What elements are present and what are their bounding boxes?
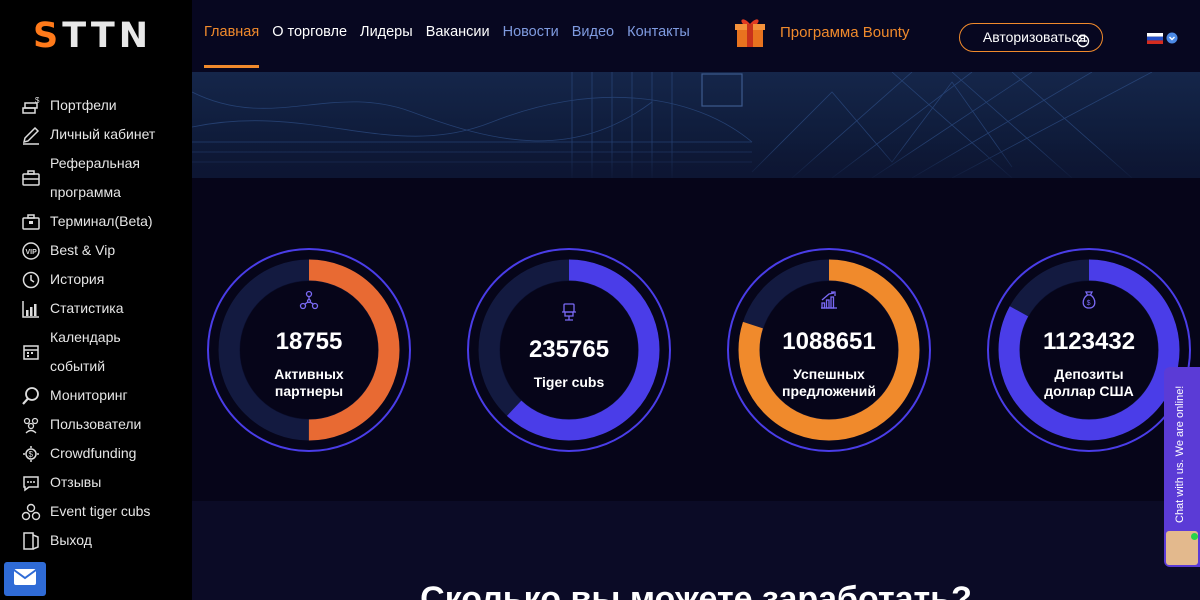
chevron-down-icon — [1166, 31, 1178, 49]
stat-active-partners: 18755 Активных партнеры — [205, 246, 413, 454]
statistics-chart-icon — [20, 298, 42, 320]
nav-leaders[interactable]: Лидеры — [360, 24, 413, 40]
chat-widget[interactable]: Chat with us. We are online! — [1164, 367, 1200, 567]
mail-button[interactable] — [4, 562, 46, 596]
svg-text:$: $ — [35, 96, 40, 105]
sidebar-item-best-vip[interactable]: VIP Best & Vip — [20, 236, 190, 265]
russia-flag-icon — [1147, 31, 1163, 49]
svg-text:$: $ — [1087, 300, 1091, 307]
hero-banner-image — [192, 72, 1200, 178]
crowdfunding-icon: $ — [20, 443, 42, 465]
portfolio-coins-icon: $ — [20, 95, 42, 117]
earnings-section-title: Сколько вы можете заработать? — [420, 580, 972, 600]
nav-home[interactable]: Главная — [204, 24, 260, 68]
sidebar-item-exit[interactable]: Выход — [20, 526, 190, 555]
bounty-program-link[interactable]: Программа Bounty — [733, 15, 909, 49]
nav-about-trading[interactable]: О торговле — [272, 24, 347, 40]
sidebar: STTN $ Портфели Личный кабинет Реферальн… — [0, 0, 192, 600]
sidebar-item-portfolios[interactable]: $ Портфели — [20, 91, 190, 120]
stat-tiger-cubs: 235765 Tiger cubs — [465, 246, 673, 454]
sidebar-item-referral[interactable]: Реферальная программа — [20, 149, 190, 207]
stat-successful-offers: 1088651 Успешных предложений — [725, 246, 933, 454]
exit-door-icon — [20, 530, 42, 552]
money-bag-icon: $ — [1079, 290, 1099, 315]
chat-widget-label: Chat with us. We are online! — [1174, 385, 1186, 523]
svg-text:VIP: VIP — [26, 249, 38, 256]
bounty-label: Программа Bounty — [780, 23, 910, 41]
logo[interactable]: STTN — [33, 16, 152, 56]
stats-section: 18755 Активных партнеры 235765 Tiger cubs… — [192, 178, 1200, 501]
nav-video[interactable]: Видео — [572, 24, 614, 40]
event-icon — [20, 501, 42, 523]
magnifier-icon — [20, 385, 42, 407]
sidebar-item-statistics[interactable]: Статистика — [20, 294, 190, 323]
pencil-icon — [20, 124, 42, 146]
login-arrow-icon — [1076, 30, 1090, 57]
calendar-icon — [20, 341, 42, 363]
terminal-briefcase-icon — [20, 211, 42, 233]
chair-icon — [559, 302, 579, 327]
sidebar-item-event-tiger-cubs[interactable]: Event tiger cubs — [20, 497, 190, 526]
online-indicator — [1191, 533, 1198, 540]
users-icon — [20, 414, 42, 436]
main-nav: Главная О торговле Лидеры Вакансии Новос… — [204, 24, 703, 68]
envelope-icon — [13, 568, 37, 591]
sidebar-item-reviews[interactable]: Отзывы — [20, 468, 190, 497]
sidebar-menu: $ Портфели Личный кабинет Реферальная про… — [20, 91, 190, 555]
growth-chart-icon — [819, 290, 839, 315]
sidebar-item-calendar[interactable]: Календарь событий — [20, 323, 190, 381]
reviews-chat-icon — [20, 472, 42, 494]
history-clock-icon — [20, 269, 42, 291]
sidebar-item-monitoring[interactable]: Мониторинг — [20, 381, 190, 410]
sidebar-item-users[interactable]: Пользователи — [20, 410, 190, 439]
vip-badge-icon: VIP — [20, 240, 42, 262]
briefcase-icon — [20, 167, 42, 189]
language-selector[interactable] — [1147, 31, 1178, 49]
login-button[interactable]: Авторизоваться — [959, 23, 1103, 52]
nav-news[interactable]: Новости — [503, 24, 559, 40]
sidebar-item-terminal[interactable]: Терминал(Beta) — [20, 207, 190, 236]
sidebar-item-crowdfunding[interactable]: $ Crowdfunding — [20, 439, 190, 468]
network-nodes-icon — [299, 290, 319, 315]
nav-contacts[interactable]: Контакты — [627, 24, 690, 40]
sidebar-item-cabinet[interactable]: Личный кабинет — [20, 120, 190, 149]
svg-text:$: $ — [29, 450, 34, 459]
gift-icon — [733, 15, 767, 49]
nav-vacancies[interactable]: Вакансии — [426, 24, 490, 40]
top-header: Главная О торговле Лидеры Вакансии Новос… — [192, 0, 1200, 72]
sidebar-item-history[interactable]: История — [20, 265, 190, 294]
stat-usd-deposits: $ 1123432 Депозиты доллар США — [985, 246, 1193, 454]
